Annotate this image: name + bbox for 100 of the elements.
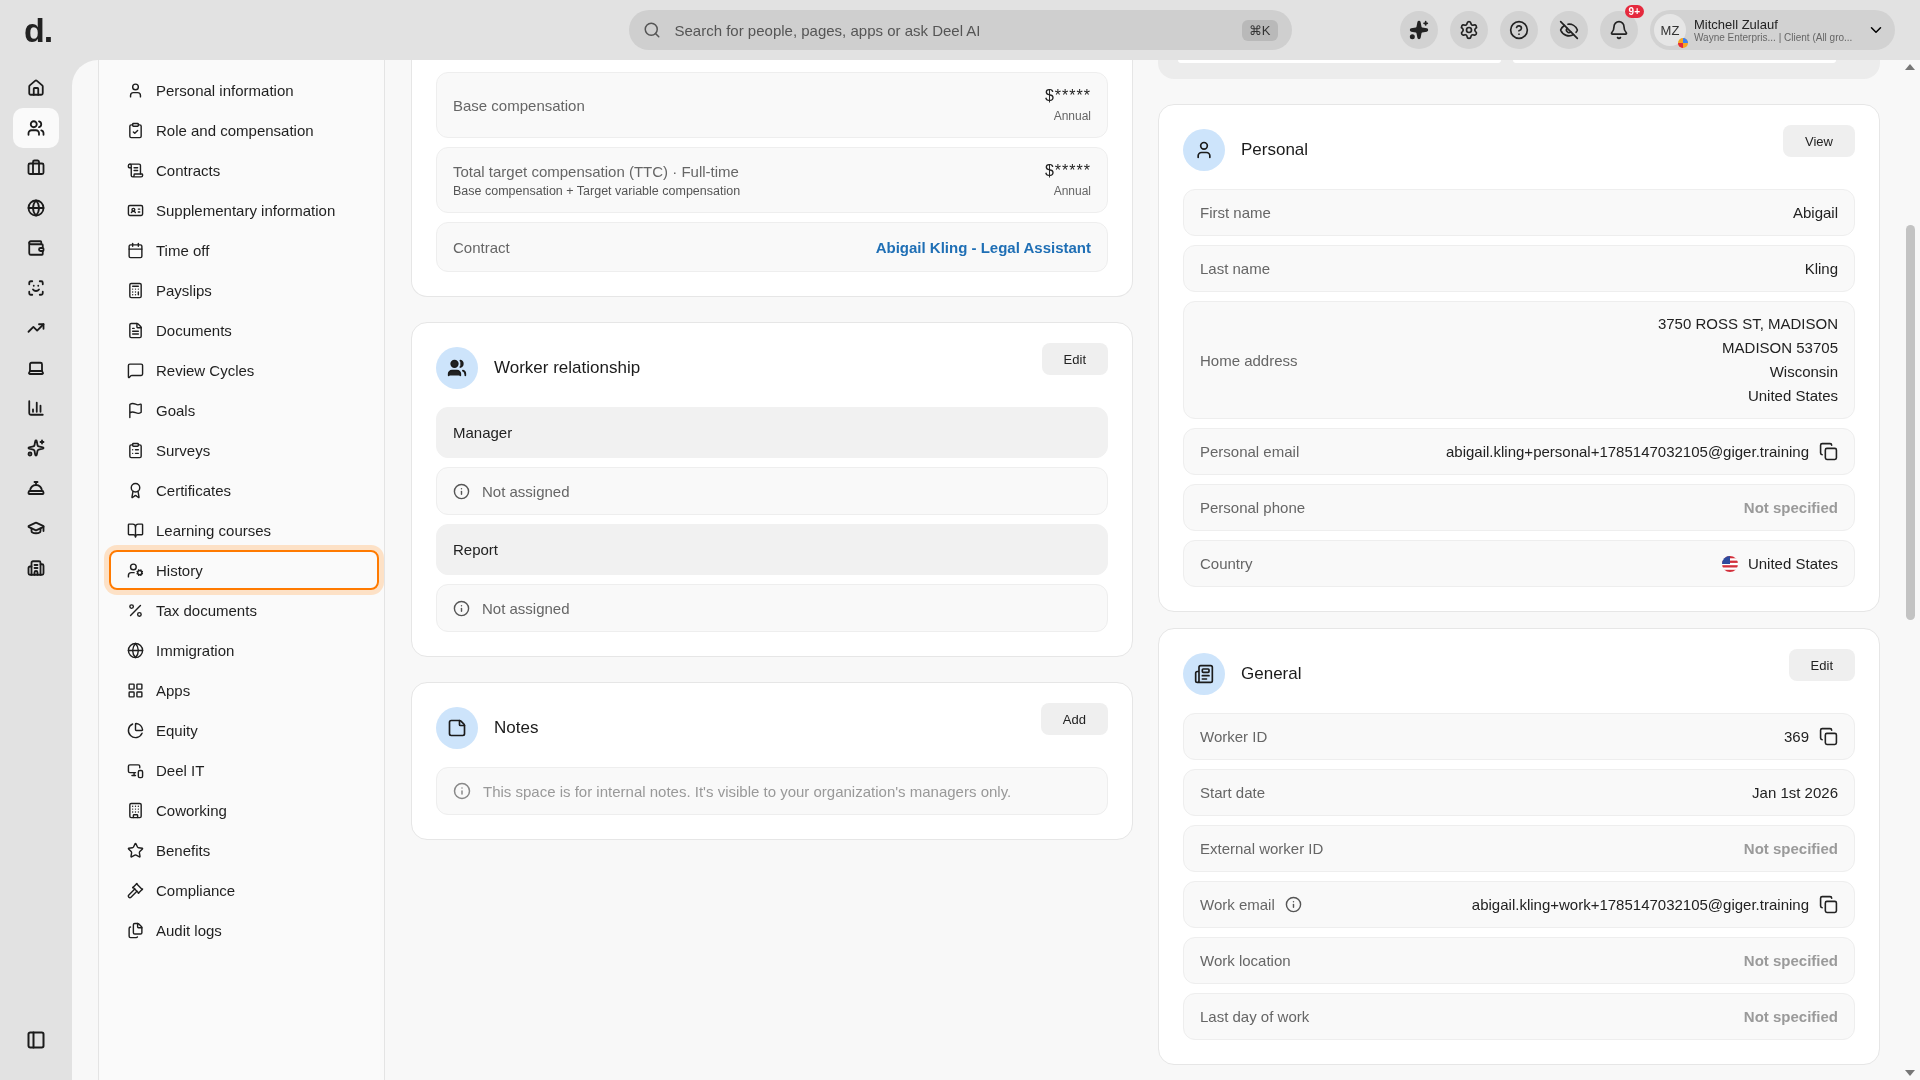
sidebar-item[interactable]: Tax documents xyxy=(109,590,379,630)
sidebar-item[interactable]: Compliance xyxy=(109,870,379,910)
sidebar-item[interactable]: Apps xyxy=(109,670,379,710)
field-note: Base compensation + Target variable compensation xyxy=(453,183,741,198)
help-icon xyxy=(1509,20,1529,40)
edit-button[interactable]: Edit xyxy=(1041,343,1108,375)
field-label: Country xyxy=(1200,555,1253,572)
sidebar-item[interactable]: Learning courses xyxy=(109,510,379,550)
field-label: Personal email xyxy=(1200,443,1300,460)
ai-sparkle-button[interactable] xyxy=(1400,11,1438,49)
pay-period: Annual xyxy=(1053,109,1091,123)
service-bell-icon xyxy=(27,479,45,497)
field-label: Worker ID xyxy=(1200,728,1268,745)
field-label: Start date xyxy=(1200,784,1266,801)
address-line: 3750 ROSS ST, MADISON xyxy=(1657,314,1838,334)
field-value: Kling xyxy=(1804,260,1838,277)
sidebar-item[interactable]: Deel IT xyxy=(109,750,379,790)
sidebar-item[interactable]: Coworking xyxy=(109,790,379,830)
sidebar-item[interactable]: Contracts xyxy=(109,150,379,190)
deel-logo[interactable]: d. xyxy=(0,10,629,50)
search-icon xyxy=(642,21,661,39)
sparkle-icon xyxy=(27,439,45,457)
info-icon xyxy=(453,599,470,617)
panel-left-icon xyxy=(26,1030,46,1050)
people-icon xyxy=(436,347,478,389)
laptop-icon xyxy=(27,359,45,377)
sidebar-item[interactable]: Equity xyxy=(109,710,379,750)
card-title: General xyxy=(1241,664,1303,684)
pie-chart-icon xyxy=(127,721,144,739)
field-value: Abigail xyxy=(1792,204,1838,221)
globe-icon xyxy=(127,641,144,659)
field-label: First name xyxy=(1200,204,1271,221)
note-icon xyxy=(436,707,478,749)
field-value: 369 xyxy=(1783,728,1809,745)
clipboard-list-icon xyxy=(127,441,144,459)
building-icon xyxy=(127,801,144,819)
scroll-up-arrow[interactable] xyxy=(1905,64,1915,70)
person-icon xyxy=(127,81,144,99)
card-title: Notes xyxy=(494,718,540,738)
sidebar-item[interactable]: Review Cycles xyxy=(109,350,379,390)
field-label: Personal phone xyxy=(1200,499,1306,516)
edit-button[interactable]: Edit xyxy=(1788,649,1855,681)
eye-off-icon xyxy=(1559,20,1579,40)
flag-icon xyxy=(127,401,144,419)
settings-button[interactable] xyxy=(1450,11,1488,49)
document-icon xyxy=(127,321,144,339)
open-book-icon xyxy=(127,521,144,539)
sidebar-item[interactable]: Time off xyxy=(109,230,379,270)
info-icon xyxy=(453,782,471,800)
search-input[interactable]: Search for people, pages, apps or ask Deel AI xyxy=(672,20,1230,40)
empty-state-text: Not assigned xyxy=(482,482,570,500)
field-label: Work location xyxy=(1200,952,1291,969)
hide-values-button[interactable] xyxy=(1550,11,1588,49)
calendar-icon xyxy=(127,241,144,259)
field-value: Jan 1st 2026 xyxy=(1752,784,1838,801)
section-heading: Manager xyxy=(453,424,513,441)
search-field[interactable]: Search for people, pages, apps or ask Deel AI ⌘K xyxy=(628,10,1292,50)
empty-state-text: Not assigned xyxy=(482,599,570,617)
sidebar-item[interactable]: Personal information xyxy=(109,70,379,110)
sidebar-item[interactable]: Goals xyxy=(109,390,379,430)
sidebar-item[interactable]: Immigration xyxy=(109,630,379,670)
globe-icon xyxy=(27,199,45,217)
card-title: Personal xyxy=(1241,140,1310,160)
briefcase-icon xyxy=(27,159,45,177)
sidebar-item[interactable]: Payslips xyxy=(109,270,379,310)
org-logo-icon xyxy=(1678,38,1688,48)
field-label: Last day of work xyxy=(1200,1008,1310,1025)
people-icon xyxy=(27,119,45,137)
field-value: Not specified xyxy=(1743,499,1838,516)
profile-menu[interactable]: MZ Mitchell Zulauf Wayne Enterpris... | Client (All gro... xyxy=(1650,10,1895,50)
info-icon[interactable] xyxy=(1284,896,1302,913)
face-scan-icon xyxy=(27,279,45,297)
sidebar-item[interactable]: Audit logs xyxy=(109,910,379,950)
view-button[interactable]: View xyxy=(1783,125,1855,157)
add-button[interactable]: Add xyxy=(1040,703,1108,735)
people-nav-button[interactable] xyxy=(13,108,59,148)
sidebar-item[interactable]: Role and compensation xyxy=(109,110,379,150)
grid-icon xyxy=(127,681,144,699)
sidebar-item[interactable]: Benefits xyxy=(109,830,379,870)
sidebar-item[interactable]: Certificates xyxy=(109,470,379,510)
scroll-down-arrow[interactable] xyxy=(1905,1070,1915,1076)
card-title: Worker relationship xyxy=(494,358,642,378)
sidebar-item[interactable]: Surveys xyxy=(109,430,379,470)
sidebar-item[interactable]: Documents xyxy=(109,310,379,350)
contract-link[interactable]: Abigail Kling - Legal Assistant xyxy=(875,238,1091,256)
field-label: Work email xyxy=(1200,896,1275,913)
document-icon xyxy=(1183,653,1225,695)
pay-period: Annual xyxy=(1053,184,1091,198)
star-icon xyxy=(127,841,144,859)
copy-icon[interactable] xyxy=(1819,442,1838,461)
field-value: abigail.kling+personal+1785147032105@giger.training xyxy=(1446,443,1809,460)
scrollbar-thumb[interactable] xyxy=(1905,225,1915,620)
address-line: United States xyxy=(1747,386,1838,406)
copy-icon[interactable] xyxy=(1819,727,1838,746)
sidebar-item[interactable]: Supplementary information xyxy=(109,190,379,230)
masked-amount: $***** xyxy=(1044,162,1091,180)
gavel-icon xyxy=(127,881,144,899)
help-button[interactable] xyxy=(1500,11,1538,49)
copy-icon[interactable] xyxy=(1819,895,1838,914)
devices-icon xyxy=(127,761,144,779)
